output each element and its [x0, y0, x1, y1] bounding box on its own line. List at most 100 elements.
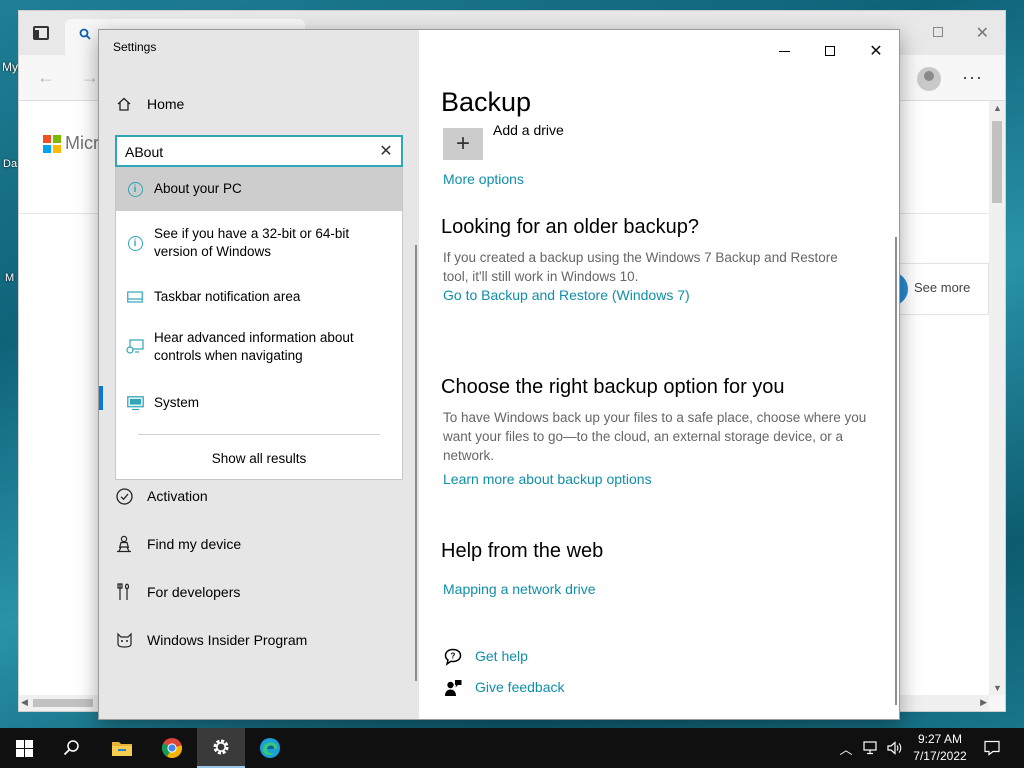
- show-all-results-button[interactable]: Show all results: [116, 451, 402, 466]
- suggestion-32-64-bit[interactable]: i See if you have a 32-bit or 64-bit ver…: [116, 219, 402, 267]
- main-scrollbar[interactable]: [895, 237, 897, 705]
- scroll-down-icon[interactable]: ▼: [993, 683, 1002, 693]
- mapping-network-drive-link[interactable]: Mapping a network drive: [443, 581, 596, 597]
- cat-icon: [115, 631, 133, 649]
- settings-search-box[interactable]: ✕: [115, 135, 403, 167]
- network-icon: [863, 741, 877, 755]
- volume-icon: [887, 741, 902, 755]
- nav-find-my-device[interactable]: Find my device: [99, 524, 417, 564]
- desktop-icon-label[interactable]: My: [2, 60, 18, 74]
- see-more-card[interactable]: See more: [890, 263, 989, 315]
- nav-activation[interactable]: Activation: [99, 476, 417, 516]
- more-options-link[interactable]: More options: [443, 171, 524, 187]
- scroll-up-icon[interactable]: ▲: [993, 103, 1002, 113]
- sidebar-scrollbar[interactable]: [415, 245, 417, 681]
- logo-square: [43, 145, 51, 153]
- show-hidden-icons-button[interactable]: ︿: [836, 728, 856, 768]
- settings-gear-icon: [213, 739, 229, 755]
- edge-button[interactable]: [246, 728, 294, 768]
- profile-avatar-icon[interactable]: [917, 67, 941, 91]
- notification-icon: [984, 740, 1000, 756]
- browser-vertical-scrollbar[interactable]: ▲ ▼: [989, 101, 1005, 695]
- give-feedback-icon: [443, 678, 463, 698]
- browser-maximize-icon[interactable]: [933, 23, 943, 37]
- chevron-up-icon: ︿: [839, 741, 853, 757]
- close-icon: ✕: [869, 43, 883, 60]
- nav-selection-indicator: [99, 386, 103, 410]
- info-icon: i: [126, 180, 144, 198]
- add-drive-button[interactable]: +: [443, 128, 483, 160]
- tools-icon: [115, 583, 133, 601]
- tab-actions-icon[interactable]: [33, 26, 49, 40]
- settings-window: Settings Home ✕ i About your PC i See if…: [98, 29, 900, 720]
- scroll-right-icon[interactable]: ▶: [980, 697, 987, 708]
- close-icon[interactable]: ✕: [377, 142, 395, 160]
- logo-square: [53, 145, 61, 153]
- narrator-icon: [126, 338, 144, 356]
- add-drive-label[interactable]: Add a drive: [493, 122, 564, 138]
- get-help-link[interactable]: Get help: [475, 648, 528, 664]
- person-location-icon: [115, 535, 133, 553]
- maximize-button[interactable]: [807, 36, 853, 66]
- suggestion-about-your-pc[interactable]: i About your PC: [116, 167, 402, 211]
- search-icon: [79, 27, 91, 43]
- info-icon: i: [126, 234, 144, 252]
- learn-more-backup-link[interactable]: Learn more about backup options: [443, 471, 652, 487]
- page-title: Backup: [441, 87, 532, 117]
- nav-for-developers[interactable]: For developers: [99, 572, 417, 612]
- microsoft-logo-icon: [43, 135, 61, 153]
- give-feedback-link[interactable]: Give feedback: [475, 679, 565, 695]
- see-more-label: See more: [914, 280, 971, 295]
- taskbar-icon: [126, 288, 144, 306]
- browser-close-icon[interactable]: ✕: [976, 23, 989, 43]
- nav-label: For developers: [147, 584, 241, 600]
- scroll-thumb[interactable]: [33, 699, 93, 707]
- svg-text:?: ?: [451, 652, 456, 661]
- scroll-thumb[interactable]: [992, 121, 1002, 203]
- taskbar-clock[interactable]: 9:27 AM 7/17/2022: [906, 731, 974, 765]
- start-button[interactable]: [0, 728, 48, 768]
- suggestion-label: About your PC: [154, 181, 242, 196]
- minimize-button[interactable]: [761, 36, 807, 66]
- older-backup-text: If you created a backup using the Window…: [443, 250, 838, 284]
- nav-label: Activation: [147, 488, 208, 504]
- minimize-icon: [778, 50, 790, 52]
- get-help-icon: ?: [443, 647, 463, 667]
- nav-home-label: Home: [147, 96, 185, 112]
- plus-icon: +: [455, 130, 470, 157]
- choose-backup-text: To have Windows back up your files to a …: [443, 410, 867, 463]
- back-arrow-icon[interactable]: ←: [37, 67, 55, 88]
- volume-button[interactable]: [884, 728, 906, 768]
- start-icon: [15, 739, 33, 757]
- settings-taskbar-button[interactable]: [197, 728, 245, 768]
- forward-arrow-icon[interactable]: →: [81, 67, 99, 88]
- search-icon: [63, 740, 79, 756]
- file-explorer-button[interactable]: [98, 728, 146, 768]
- backup-restore-win7-link[interactable]: Go to Backup and Restore (Windows 7): [443, 287, 690, 303]
- search-input[interactable]: [125, 142, 365, 162]
- scroll-left-icon[interactable]: ◀: [21, 697, 28, 708]
- action-center-button[interactable]: [980, 728, 1004, 768]
- choose-backup-heading: Choose the right backup option for you: [441, 376, 785, 398]
- close-button[interactable]: ✕: [853, 36, 899, 66]
- more-options-icon[interactable]: ···: [962, 67, 983, 88]
- suggestion-hear-advanced-info[interactable]: Hear advanced information about controls…: [116, 323, 402, 371]
- check-circle-icon: [115, 487, 133, 505]
- network-button[interactable]: [860, 728, 882, 768]
- desktop-icon-label[interactable]: M: [5, 272, 14, 284]
- edge-icon: [260, 738, 280, 758]
- nav-windows-insider-program[interactable]: Windows Insider Program: [99, 620, 417, 660]
- suggestion-system[interactable]: System: [116, 385, 402, 421]
- home-icon: [115, 95, 133, 113]
- settings-sidebar: Settings Home ✕ i About your PC i See if…: [99, 30, 419, 719]
- taskbar-search-button[interactable]: [48, 728, 96, 768]
- file-explorer-icon: [112, 742, 132, 756]
- clock-time: 9:27 AM: [917, 732, 963, 746]
- chrome-button[interactable]: [148, 728, 196, 768]
- nav-home[interactable]: Home: [99, 84, 417, 124]
- nav-label: Find my device: [147, 536, 242, 552]
- suggestion-label: Hear advanced information about controls…: [154, 330, 354, 363]
- nav-label: Windows Insider Program: [147, 632, 308, 648]
- suggestion-taskbar-notification-area[interactable]: Taskbar notification area: [116, 279, 402, 315]
- desktop-icon-label[interactable]: Da: [3, 158, 17, 170]
